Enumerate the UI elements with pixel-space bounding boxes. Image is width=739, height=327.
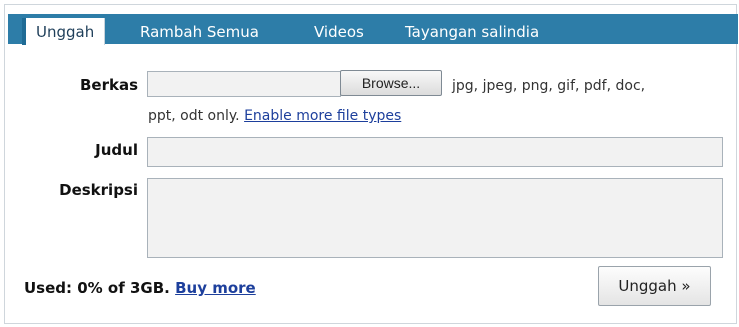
storage-usage-text: Used: 0% of 3GB. xyxy=(24,279,170,297)
enable-more-file-types-link[interactable]: Enable more file types xyxy=(244,108,401,124)
allowed-types-tail: ppt, odt only. xyxy=(148,108,240,124)
title-input[interactable] xyxy=(147,137,723,167)
description-textarea[interactable] xyxy=(147,178,723,258)
tab-bar: Unggah Rambah Semua Videos Tayangan sali… xyxy=(8,14,738,45)
tab-videos[interactable]: Videos xyxy=(314,14,364,44)
buy-more-link[interactable]: Buy more xyxy=(175,279,256,297)
file-label: Berkas xyxy=(79,76,138,94)
allowed-types-text-2: ppt, odt only. Enable more file types xyxy=(148,108,401,124)
file-path-input[interactable] xyxy=(147,71,341,97)
title-label: Judul xyxy=(95,141,138,159)
description-label: Deskripsi xyxy=(59,181,138,199)
browse-button[interactable]: Browse... xyxy=(340,70,442,96)
upload-submit-button[interactable]: Unggah » xyxy=(598,266,711,306)
tab-slideshows[interactable]: Tayangan salindia xyxy=(405,14,539,44)
tab-upload[interactable]: Unggah xyxy=(22,18,106,45)
tab-browse-all[interactable]: Rambah Semua xyxy=(140,14,259,44)
allowed-types-text: jpg, jpeg, png, gif, pdf, doc, xyxy=(452,78,646,94)
storage-usage: Used: 0% of 3GB. Buy more xyxy=(24,279,256,297)
